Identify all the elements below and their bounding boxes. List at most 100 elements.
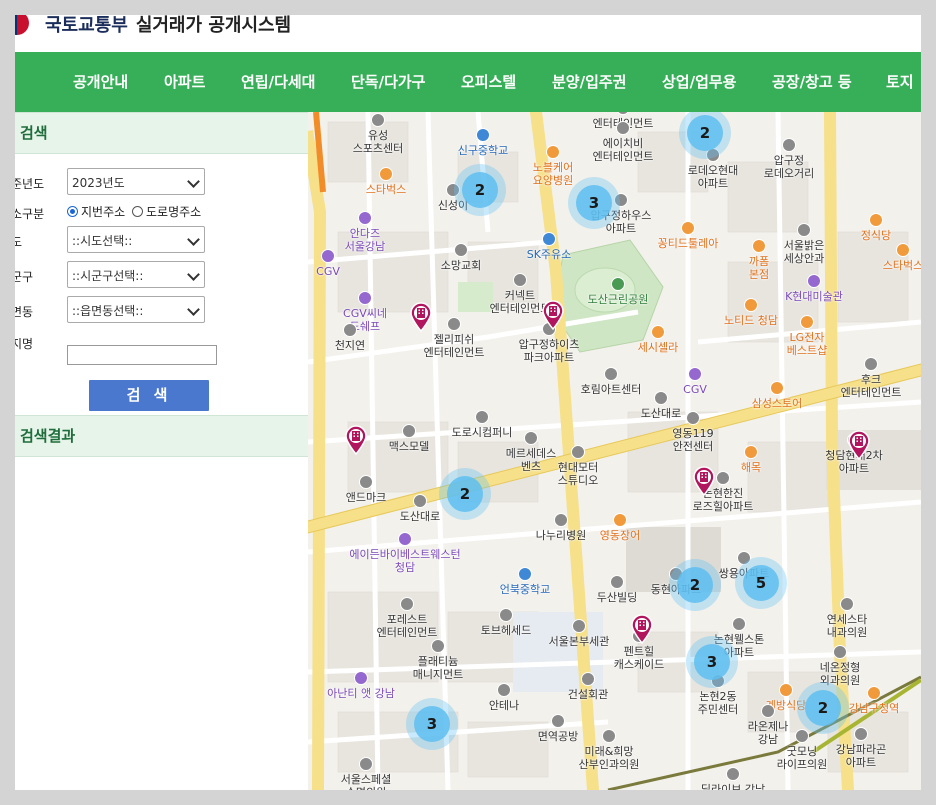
complex-name-input[interactable] (67, 345, 217, 365)
poi-label[interactable]: 세시셀라 (638, 341, 678, 354)
apartment-pin-icon[interactable] (847, 430, 871, 461)
poi-marker-icon[interactable] (867, 686, 881, 700)
poi-label[interactable]: 스타벅스 (366, 183, 406, 196)
poi-label[interactable]: 후크 엔터테인먼트 (841, 373, 902, 399)
poi-marker-icon[interactable] (854, 727, 868, 741)
dong-select[interactable]: ::읍면동선택:: (67, 296, 205, 323)
nav-item-land[interactable]: 토지 (886, 52, 914, 112)
poi-marker-icon[interactable] (896, 243, 910, 257)
poi-marker-icon[interactable] (581, 672, 595, 686)
poi-label[interactable]: 현대모터 스튜디오 (558, 461, 598, 487)
poi-label[interactable]: 서울스페셜수면의원 (341, 773, 392, 790)
transaction-cluster-marker[interactable]: 3 (686, 636, 738, 688)
poi-marker-icon[interactable] (402, 424, 416, 438)
poi-label[interactable]: CGV (683, 383, 707, 396)
poi-label[interactable]: 미래&희망 산부인과의원 (579, 745, 640, 771)
poi-label[interactable]: 소망교회 (441, 259, 481, 272)
poi-marker-icon[interactable] (343, 323, 357, 337)
poi-marker-icon[interactable] (518, 567, 532, 581)
road-radio[interactable] (132, 206, 143, 217)
poi-marker-icon[interactable] (371, 113, 385, 127)
poi-label[interactable]: 건설회관 (568, 688, 608, 701)
poi-label[interactable]: 신구중학교 (458, 144, 509, 157)
poi-marker-icon[interactable] (744, 445, 758, 459)
poi-marker-icon[interactable] (613, 513, 627, 527)
poi-marker-icon[interactable] (513, 273, 527, 287)
transaction-cluster-marker[interactable]: 5 (735, 557, 787, 609)
year-select[interactable]: 2023년도 (67, 168, 205, 195)
poi-label[interactable]: 노블케어 요양병원 (533, 161, 573, 187)
transaction-cluster-marker[interactable]: 2 (454, 164, 506, 216)
poi-marker-icon[interactable] (359, 475, 373, 489)
transaction-cluster-marker[interactable]: 2 (797, 682, 849, 734)
nav-item-presale[interactable]: 분양/입주권 (552, 52, 626, 112)
poi-marker-icon[interactable] (797, 223, 811, 237)
apartment-pin-icon[interactable] (692, 466, 716, 497)
nav-item-villa[interactable]: 연립/다세대 (241, 52, 315, 112)
poi-marker-icon[interactable] (379, 167, 393, 181)
poi-label[interactable]: 삼성스토어 (752, 397, 803, 410)
poi-label[interactable]: 언북중학교 (500, 583, 551, 596)
poi-label[interactable]: 에이치비 엔터테인먼트 (593, 137, 654, 163)
poi-marker-icon[interactable] (782, 138, 796, 152)
transaction-cluster-marker[interactable]: 2 (439, 468, 491, 520)
poi-label[interactable]: 안테나 (489, 699, 519, 712)
poi-marker-icon[interactable] (611, 277, 625, 291)
poi-marker-icon[interactable] (869, 213, 883, 227)
poi-marker-icon[interactable] (551, 714, 565, 728)
poi-label[interactable]: 꽁티드툴레아 (658, 237, 719, 250)
nav-item-commercial[interactable]: 상업/업무용 (662, 52, 736, 112)
poi-label[interactable]: K현대미술관 (785, 290, 843, 303)
poi-label[interactable]: 딜라이브 강남 (701, 783, 765, 790)
search-button[interactable]: 검 색 (89, 380, 209, 411)
poi-label[interactable]: 두산빌딩 (597, 591, 637, 604)
poi-marker-icon[interactable] (358, 291, 372, 305)
poi-marker-icon[interactable] (807, 274, 821, 288)
poi-marker-icon[interactable] (431, 639, 445, 653)
poi-label[interactable]: 스타벅스 (883, 259, 921, 272)
nav-item-info[interactable]: 공개안내 (73, 52, 128, 112)
poi-label[interactable]: 맥스모델 (389, 440, 429, 453)
poi-label[interactable]: 논현2동 주민센터 (698, 690, 738, 716)
poi-label[interactable]: 포레스트 엔터테인먼트 (377, 613, 438, 639)
poi-label[interactable]: 도산대로 (641, 407, 681, 420)
poi-label[interactable]: 천지연 (335, 339, 365, 352)
poi-label[interactable]: 메르세데스 벤츠 (506, 447, 557, 473)
poi-marker-icon[interactable] (476, 128, 490, 142)
poi-label[interactable]: 해목 (741, 461, 761, 474)
poi-marker-icon[interactable] (779, 683, 793, 697)
poi-marker-icon[interactable] (752, 239, 766, 253)
poi-marker-icon[interactable] (572, 619, 586, 633)
poi-label[interactable]: 앤드마크 (346, 491, 386, 504)
poi-label[interactable]: 에이든바이베스트웨스턴 청담 (349, 548, 460, 574)
poi-marker-icon[interactable] (654, 391, 668, 405)
poi-marker-icon[interactable] (602, 729, 616, 743)
poi-marker-icon[interactable] (499, 608, 513, 622)
nav-item-apartment[interactable]: 아파트 (164, 52, 205, 112)
poi-marker-icon[interactable] (497, 683, 511, 697)
poi-label[interactable]: 도산근린공원 (588, 293, 649, 306)
poi-label[interactable]: 아난티 앳 강남 (327, 687, 395, 700)
apartment-pin-icon[interactable] (344, 425, 368, 456)
poi-label[interactable]: 강남파라곤 아파트 (836, 743, 887, 769)
poi-label[interactable]: 정식당 (861, 229, 891, 242)
poi-marker-icon[interactable] (398, 532, 412, 546)
poi-marker-icon[interactable] (686, 411, 700, 425)
poi-marker-icon[interactable] (688, 367, 702, 381)
poi-marker-icon[interactable] (447, 317, 461, 331)
poi-marker-icon[interactable] (546, 145, 560, 159)
poi-marker-icon[interactable] (413, 494, 427, 508)
poi-label[interactable]: 면역공방 (538, 730, 578, 743)
poi-marker-icon[interactable] (833, 645, 847, 659)
poi-marker-icon[interactable] (795, 729, 809, 743)
poi-label[interactable]: 안다즈 서울강남 (345, 227, 385, 253)
poi-marker-icon[interactable] (651, 325, 665, 339)
poi-label[interactable]: CGV (316, 265, 340, 278)
poi-marker-icon[interactable] (524, 431, 538, 445)
poi-marker-icon[interactable] (616, 121, 630, 135)
poi-label[interactable]: 노티드 청담 (724, 314, 778, 327)
poi-marker-icon[interactable] (726, 767, 740, 781)
poi-label[interactable]: 서울본부세관 (549, 635, 610, 648)
poi-marker-icon[interactable] (321, 249, 335, 263)
poi-label[interactable]: 연세스타 내과의원 (827, 613, 867, 639)
